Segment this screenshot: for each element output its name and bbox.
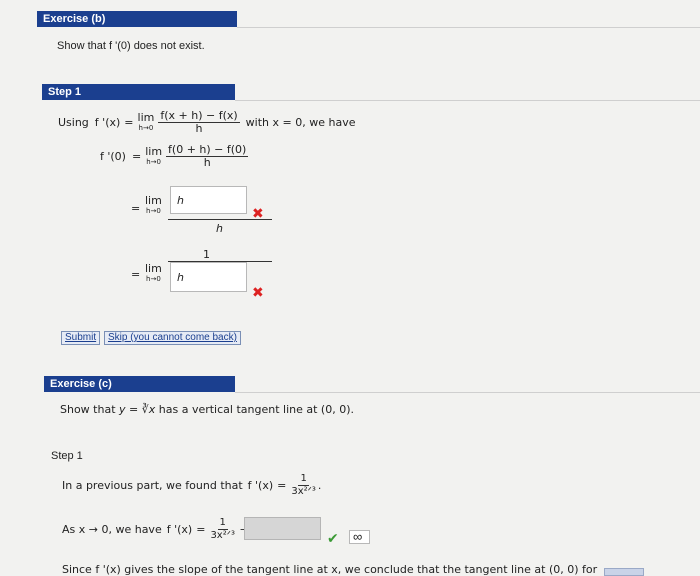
exercise-c-header: Exercise (c)	[44, 376, 235, 392]
limit: lim h→0	[145, 194, 162, 215]
using-label: Using	[58, 116, 89, 129]
derivative-fraction: 1 3x²ᐟ³	[291, 473, 316, 497]
exercise-b-header: Exercise (b)	[37, 11, 237, 27]
with-text: with x = 0, we have	[245, 116, 356, 129]
derivative-definition: Using f '(x) = lim h→0 f(x + h) − f(x) h…	[58, 110, 355, 135]
answer-denominator: h	[216, 222, 223, 235]
exercise-c-prompt: Show that y = ∛x has a vertical tangent …	[60, 403, 354, 416]
skip-button[interactable]: Skip (you cannot come back)	[104, 331, 241, 345]
zero-quotient: f(0 + h) − f(0) h	[166, 143, 249, 169]
equals-sign: =	[131, 202, 141, 215]
correct-check-icon: ✔	[327, 530, 339, 546]
limit: lim h→0	[145, 262, 162, 283]
fprime-x: f '(x)	[94, 116, 121, 129]
answer-numerator-box[interactable]: h	[170, 186, 247, 214]
derivative-fraction: 1 3x²ᐟ³	[210, 517, 235, 541]
divider	[235, 100, 700, 101]
divider	[235, 392, 700, 393]
limit: lim h→0	[145, 144, 163, 166]
answer-denominator-box[interactable]: h	[170, 262, 247, 292]
divider	[237, 27, 700, 28]
previous-result: In a previous part, we found that f '(x)…	[62, 473, 322, 497]
answer-2-numerator: 1	[203, 248, 210, 261]
limit-answer-field[interactable]	[244, 517, 321, 540]
difference-quotient: f(x + h) − f(x) h	[158, 109, 240, 135]
step-1-header: Step 1	[42, 84, 235, 100]
limit-statement: As x → 0, we have f '(x) = 1 3x²ᐟ³ → ∞	[62, 517, 262, 542]
infinity-answer: ∞	[353, 529, 363, 544]
answer-denominator-value: h	[177, 271, 184, 284]
since-statement: Since f '(x) gives the slope of the tang…	[62, 563, 598, 576]
equals-sign: =	[131, 150, 142, 163]
equals-sign: =	[124, 116, 134, 129]
cube-root-expression: y = ∛x	[119, 403, 156, 416]
step-1-label: Step 1	[51, 450, 83, 462]
fprime-zero-expression: f '(0) = lim h→0 f(0 + h) − f(0) h	[100, 143, 249, 169]
answer-numerator-value: h	[177, 194, 184, 207]
partial-answer-field[interactable]	[604, 568, 644, 576]
exercise-b-prompt: Show that f '(0) does not exist.	[57, 40, 205, 52]
fprime-0: f '(0)	[100, 150, 126, 163]
limit: lim h→0	[137, 110, 155, 132]
incorrect-x-icon: ✖	[252, 205, 264, 221]
incorrect-x-icon: ✖	[252, 284, 264, 300]
answer-display: ∞	[349, 529, 370, 544]
equals-sign: =	[131, 268, 141, 281]
submit-button[interactable]: Submit	[61, 331, 101, 345]
